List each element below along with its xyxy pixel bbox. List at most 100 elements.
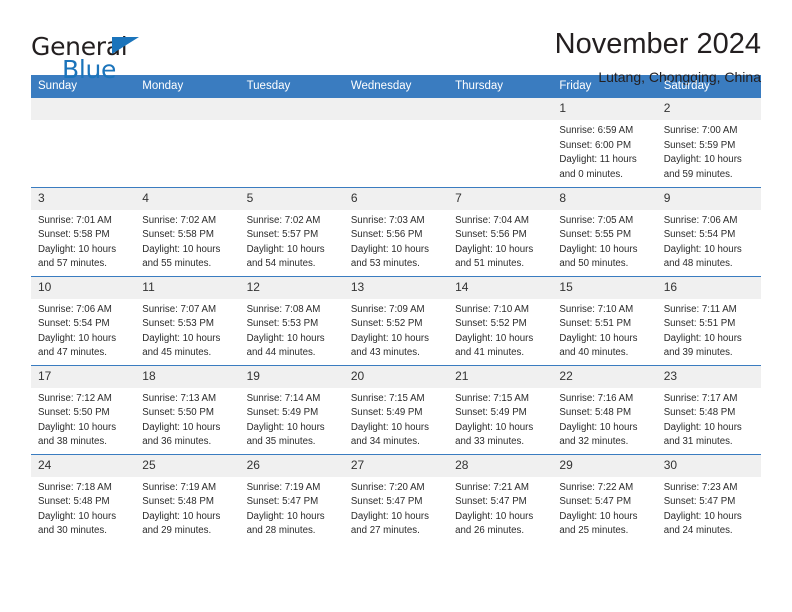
calendar-day-cell[interactable]: 17 Sunrise: 7:12 AM Sunset: 5:50 PM Dayligh… <box>31 364 136 454</box>
calendar-day-cell[interactable]: 2 Sunrise: 7:00 AM Sunset: 5:59 PM Daylight… <box>656 98 761 187</box>
calendar-day-cell[interactable]: 19 Sunrise: 7:14 AM Sunset: 5:49 PM Dayligh… <box>239 364 344 454</box>
sunrise-time: Sunrise: 7:22 AM <box>559 481 634 493</box>
day-number: 8 <box>552 187 657 210</box>
day-number <box>31 98 136 120</box>
sunrise-time: Sunrise: 7:11 AM <box>663 303 737 315</box>
daylight-duration-line1: Daylight: 10 hours <box>559 243 638 255</box>
calendar-empty-cell <box>343 98 449 187</box>
calendar-day-cell[interactable]: 10 Sunrise: 7:06 AM Sunset: 5:54 PM Dayligh… <box>31 275 136 365</box>
calendar-day-cell[interactable]: 4 Sunrise: 7:02 AM Sunset: 5:58 PM Daylight… <box>135 186 240 276</box>
day-number: 15 <box>552 276 657 299</box>
day-details: Sunrise: 7:10 AM Sunset: 5:51 PM Daylight:… <box>552 299 656 361</box>
day-details: Sunrise: 7:10 AM Sunset: 5:52 PM Daylight:… <box>448 299 552 361</box>
daylight-duration-line1: Daylight: 10 hours <box>663 243 742 255</box>
calendar-day-cell[interactable]: 24 Sunrise: 7:18 AM Sunset: 5:48 PM Dayligh… <box>31 453 136 543</box>
calendar-page: General Blue November 2024 Lutang, Chong… <box>0 0 792 612</box>
calendar-day-cell[interactable]: 15 Sunrise: 7:10 AM Sunset: 5:51 PM Dayligh… <box>552 275 657 365</box>
daylight-duration-line1: Daylight: 10 hours <box>38 421 117 433</box>
daylight-duration-line2: and 34 minutes. <box>350 436 420 448</box>
daylight-duration-line2: and 54 minutes. <box>246 258 316 270</box>
calendar-day-cell[interactable]: 29 Sunrise: 7:22 AM Sunset: 5:47 PM Dayligh… <box>552 453 657 543</box>
calendar-day-cell[interactable]: 12 Sunrise: 7:08 AM Sunset: 5:53 PM Dayligh… <box>239 275 344 365</box>
sunrise-time: Sunrise: 7:02 AM <box>246 214 321 226</box>
daylight-duration-line2: and 55 minutes. <box>142 258 212 270</box>
daylight-duration-line2: and 0 minutes. <box>559 168 623 180</box>
calendar-day-cell[interactable]: 13 Sunrise: 7:09 AM Sunset: 5:52 PM Dayligh… <box>343 275 449 365</box>
day-number: 19 <box>239 365 344 388</box>
calendar-day-cell[interactable]: 26 Sunrise: 7:19 AM Sunset: 5:47 PM Dayligh… <box>239 453 344 543</box>
calendar-day-cell[interactable]: 23 Sunrise: 7:17 AM Sunset: 5:48 PM Dayligh… <box>656 364 761 454</box>
day-number: 3 <box>31 187 136 210</box>
calendar-day-cell[interactable]: 1 Sunrise: 6:59 AM Sunset: 6:00 PM Daylight… <box>552 98 657 187</box>
calendar-day-cell[interactable]: 5 Sunrise: 7:02 AM Sunset: 5:57 PM Daylight… <box>239 186 344 276</box>
day-details: Sunrise: 7:15 AM Sunset: 5:49 PM Daylight:… <box>344 388 448 450</box>
calendar-day-cell[interactable]: 20 Sunrise: 7:15 AM Sunset: 5:49 PM Dayligh… <box>343 364 449 454</box>
sunrise-time: Sunrise: 7:21 AM <box>455 481 529 493</box>
daylight-duration-line2: and 47 minutes. <box>38 347 107 359</box>
calendar-day-cell[interactable]: 27 Sunrise: 7:20 AM Sunset: 5:47 PM Dayligh… <box>343 453 449 543</box>
calendar-day-cell[interactable]: 14 Sunrise: 7:10 AM Sunset: 5:52 PM Dayligh… <box>448 275 553 365</box>
calendar-day-cell[interactable]: 30 Sunrise: 7:23 AM Sunset: 5:47 PM Dayligh… <box>656 453 761 543</box>
sunset-time: Sunset: 5:53 PM <box>246 318 319 330</box>
calendar-day-cell[interactable]: 7 Sunrise: 7:04 AM Sunset: 5:56 PM Daylight… <box>448 186 553 276</box>
sunrise-time: Sunrise: 7:15 AM <box>455 392 529 404</box>
daylight-duration-line2: and 26 minutes. <box>455 525 525 537</box>
day-details: Sunrise: 7:23 AM Sunset: 5:47 PM Daylight:… <box>657 477 761 539</box>
day-number: 20 <box>343 365 449 388</box>
daylight-duration-line1: Daylight: 10 hours <box>142 421 221 433</box>
weekday-header-thursday: Thursday <box>448 75 553 98</box>
calendar-week-row: 1 Sunrise: 6:59 AM Sunset: 6:00 PM Daylight… <box>31 98 761 187</box>
day-number: 29 <box>552 454 657 477</box>
page-title: November 2024 <box>554 28 761 60</box>
daylight-duration-line1: Daylight: 10 hours <box>350 243 429 255</box>
daylight-duration-line1: Daylight: 10 hours <box>663 510 742 522</box>
calendar-day-cell[interactable]: 9 Sunrise: 7:06 AM Sunset: 5:54 PM Daylight… <box>656 186 761 276</box>
calendar-day-cell[interactable]: 16 Sunrise: 7:11 AM Sunset: 5:51 PM Dayligh… <box>656 275 761 365</box>
daylight-duration-line1: Daylight: 10 hours <box>559 510 638 522</box>
sunrise-time: Sunrise: 7:15 AM <box>350 392 425 404</box>
daylight-duration-line1: Daylight: 10 hours <box>38 510 117 522</box>
sunset-time: Sunset: 5:48 PM <box>38 496 110 508</box>
daylight-duration-line1: Daylight: 10 hours <box>559 332 638 344</box>
calendar-day-cell[interactable]: 11 Sunrise: 7:07 AM Sunset: 5:53 PM Dayligh… <box>135 275 240 365</box>
sunset-time: Sunset: 5:57 PM <box>246 229 319 241</box>
sunrise-time: Sunrise: 7:12 AM <box>38 392 112 404</box>
calendar-day-cell[interactable]: 18 Sunrise: 7:13 AM Sunset: 5:50 PM Dayligh… <box>135 364 240 454</box>
generalblue-logo[interactable]: General Blue <box>31 26 151 82</box>
calendar-week-row: 24 Sunrise: 7:18 AM Sunset: 5:48 PM Dayligh… <box>31 453 761 543</box>
sunrise-time: Sunrise: 7:16 AM <box>559 392 634 404</box>
calendar-day-cell[interactable]: 3 Sunrise: 7:01 AM Sunset: 5:58 PM Daylight… <box>31 186 136 276</box>
day-details: Sunrise: 6:59 AM Sunset: 6:00 PM Daylight:… <box>552 120 656 182</box>
daylight-duration-line1: Daylight: 10 hours <box>350 510 429 522</box>
daylight-duration-line1: Daylight: 10 hours <box>142 243 221 255</box>
daylight-duration-line2: and 44 minutes. <box>246 347 316 359</box>
day-number: 16 <box>656 276 761 299</box>
calendar-day-cell[interactable]: 8 Sunrise: 7:05 AM Sunset: 5:55 PM Daylight… <box>552 186 657 276</box>
daylight-duration-line1: Daylight: 10 hours <box>455 243 534 255</box>
daylight-duration-line2: and 45 minutes. <box>142 347 212 359</box>
day-details: Sunrise: 7:00 AM Sunset: 5:59 PM Daylight:… <box>657 120 761 182</box>
day-number: 24 <box>31 454 136 477</box>
calendar-week-row: 10 Sunrise: 7:06 AM Sunset: 5:54 PM Dayligh… <box>31 275 761 365</box>
day-number: 25 <box>135 454 240 477</box>
calendar-day-cell[interactable]: 6 Sunrise: 7:03 AM Sunset: 5:56 PM Daylight… <box>343 186 449 276</box>
day-number: 22 <box>552 365 657 388</box>
calendar-day-cell[interactable]: 21 Sunrise: 7:15 AM Sunset: 5:49 PM Dayligh… <box>448 364 553 454</box>
sunrise-time: Sunrise: 7:07 AM <box>142 303 217 315</box>
daylight-duration-line1: Daylight: 10 hours <box>455 332 534 344</box>
calendar-day-cell[interactable]: 22 Sunrise: 7:16 AM Sunset: 5:48 PM Dayligh… <box>552 364 657 454</box>
daylight-duration-line2: and 50 minutes. <box>559 258 629 270</box>
calendar-week-row: 3 Sunrise: 7:01 AM Sunset: 5:58 PM Daylight… <box>31 186 761 276</box>
calendar-day-cell[interactable]: 28 Sunrise: 7:21 AM Sunset: 5:47 PM Dayligh… <box>448 453 553 543</box>
sunrise-time: Sunrise: 7:05 AM <box>559 214 634 226</box>
day-details: Sunrise: 7:05 AM Sunset: 5:55 PM Daylight:… <box>552 210 656 272</box>
calendar-day-cell[interactable]: 25 Sunrise: 7:19 AM Sunset: 5:48 PM Dayligh… <box>135 453 240 543</box>
sunset-time: Sunset: 5:48 PM <box>142 496 214 508</box>
daylight-duration-line1: Daylight: 10 hours <box>246 332 325 344</box>
daylight-duration-line2: and 28 minutes. <box>246 525 316 537</box>
sunset-time: Sunset: 5:53 PM <box>142 318 214 330</box>
weekday-header-monday: Monday <box>135 75 240 98</box>
day-number: 17 <box>31 365 136 388</box>
sunrise-time: Sunrise: 7:04 AM <box>455 214 529 226</box>
sunrise-time: Sunrise: 7:06 AM <box>663 214 738 226</box>
